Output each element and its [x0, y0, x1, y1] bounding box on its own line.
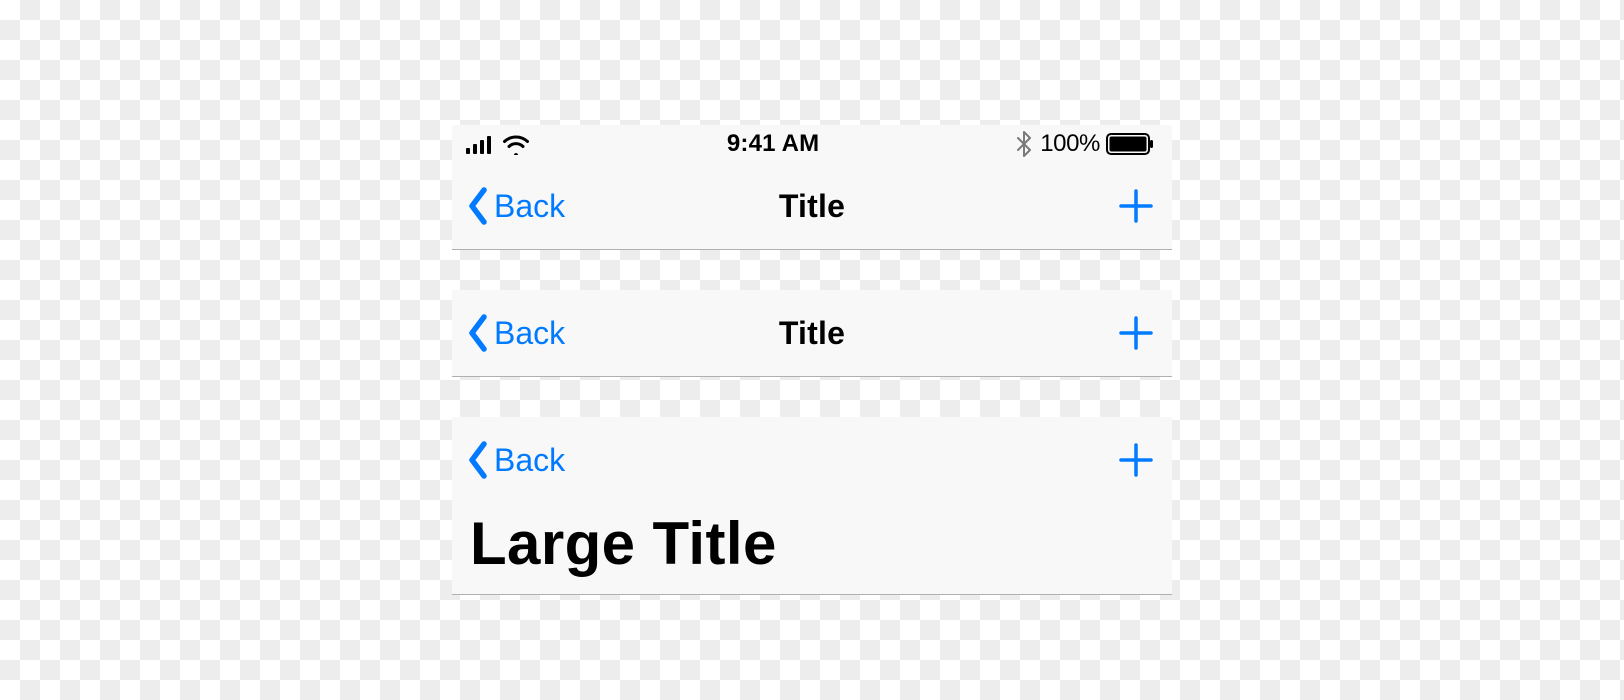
large-title: Large Title [470, 509, 1154, 578]
status-center: 9:41 AM [530, 130, 1016, 158]
large-title-navbar-panel: Back Large Title [452, 417, 1172, 595]
chevron-back-icon [466, 187, 490, 225]
plus-icon [1118, 315, 1154, 351]
battery-icon [1106, 133, 1154, 155]
navigation-bar: Back Title [452, 163, 1172, 249]
nav-right [1008, 311, 1158, 355]
status-bar: 9:41 AM 100% [452, 125, 1172, 163]
back-label: Back [494, 442, 565, 479]
nav-title: Title [616, 315, 1008, 352]
nav-title: Title [616, 188, 1008, 225]
back-label: Back [494, 315, 565, 352]
back-button[interactable]: Back [466, 441, 565, 479]
add-button[interactable] [1114, 311, 1158, 355]
chevron-back-icon [466, 441, 490, 479]
navbar-panel: Back Title [452, 290, 1172, 377]
cellular-signal-icon [466, 134, 496, 154]
back-button[interactable]: Back [466, 187, 565, 225]
add-button[interactable] [1114, 184, 1158, 228]
nav-right [1008, 438, 1158, 482]
nav-left: Back [466, 187, 616, 225]
nav-left: Back [466, 441, 616, 479]
nav-right [1008, 184, 1158, 228]
back-button[interactable]: Back [466, 314, 565, 352]
back-label: Back [494, 188, 565, 225]
wifi-icon [502, 133, 530, 155]
plus-icon [1118, 442, 1154, 478]
battery-percent: 100% [1040, 130, 1100, 158]
chevron-back-icon [466, 314, 490, 352]
status-right: 100% [1016, 130, 1154, 158]
plus-icon [1118, 188, 1154, 224]
status-left [466, 133, 530, 155]
navigation-bar: Back [452, 417, 1172, 503]
examples-stage: 9:41 AM 100% [452, 125, 1172, 595]
nav-left: Back [466, 314, 616, 352]
large-title-row: Large Title [452, 503, 1172, 594]
add-button[interactable] [1114, 438, 1158, 482]
bluetooth-icon [1016, 131, 1032, 157]
navbar-with-status-panel: 9:41 AM 100% [452, 125, 1172, 250]
navigation-bar: Back Title [452, 290, 1172, 376]
status-time: 9:41 AM [727, 130, 820, 157]
